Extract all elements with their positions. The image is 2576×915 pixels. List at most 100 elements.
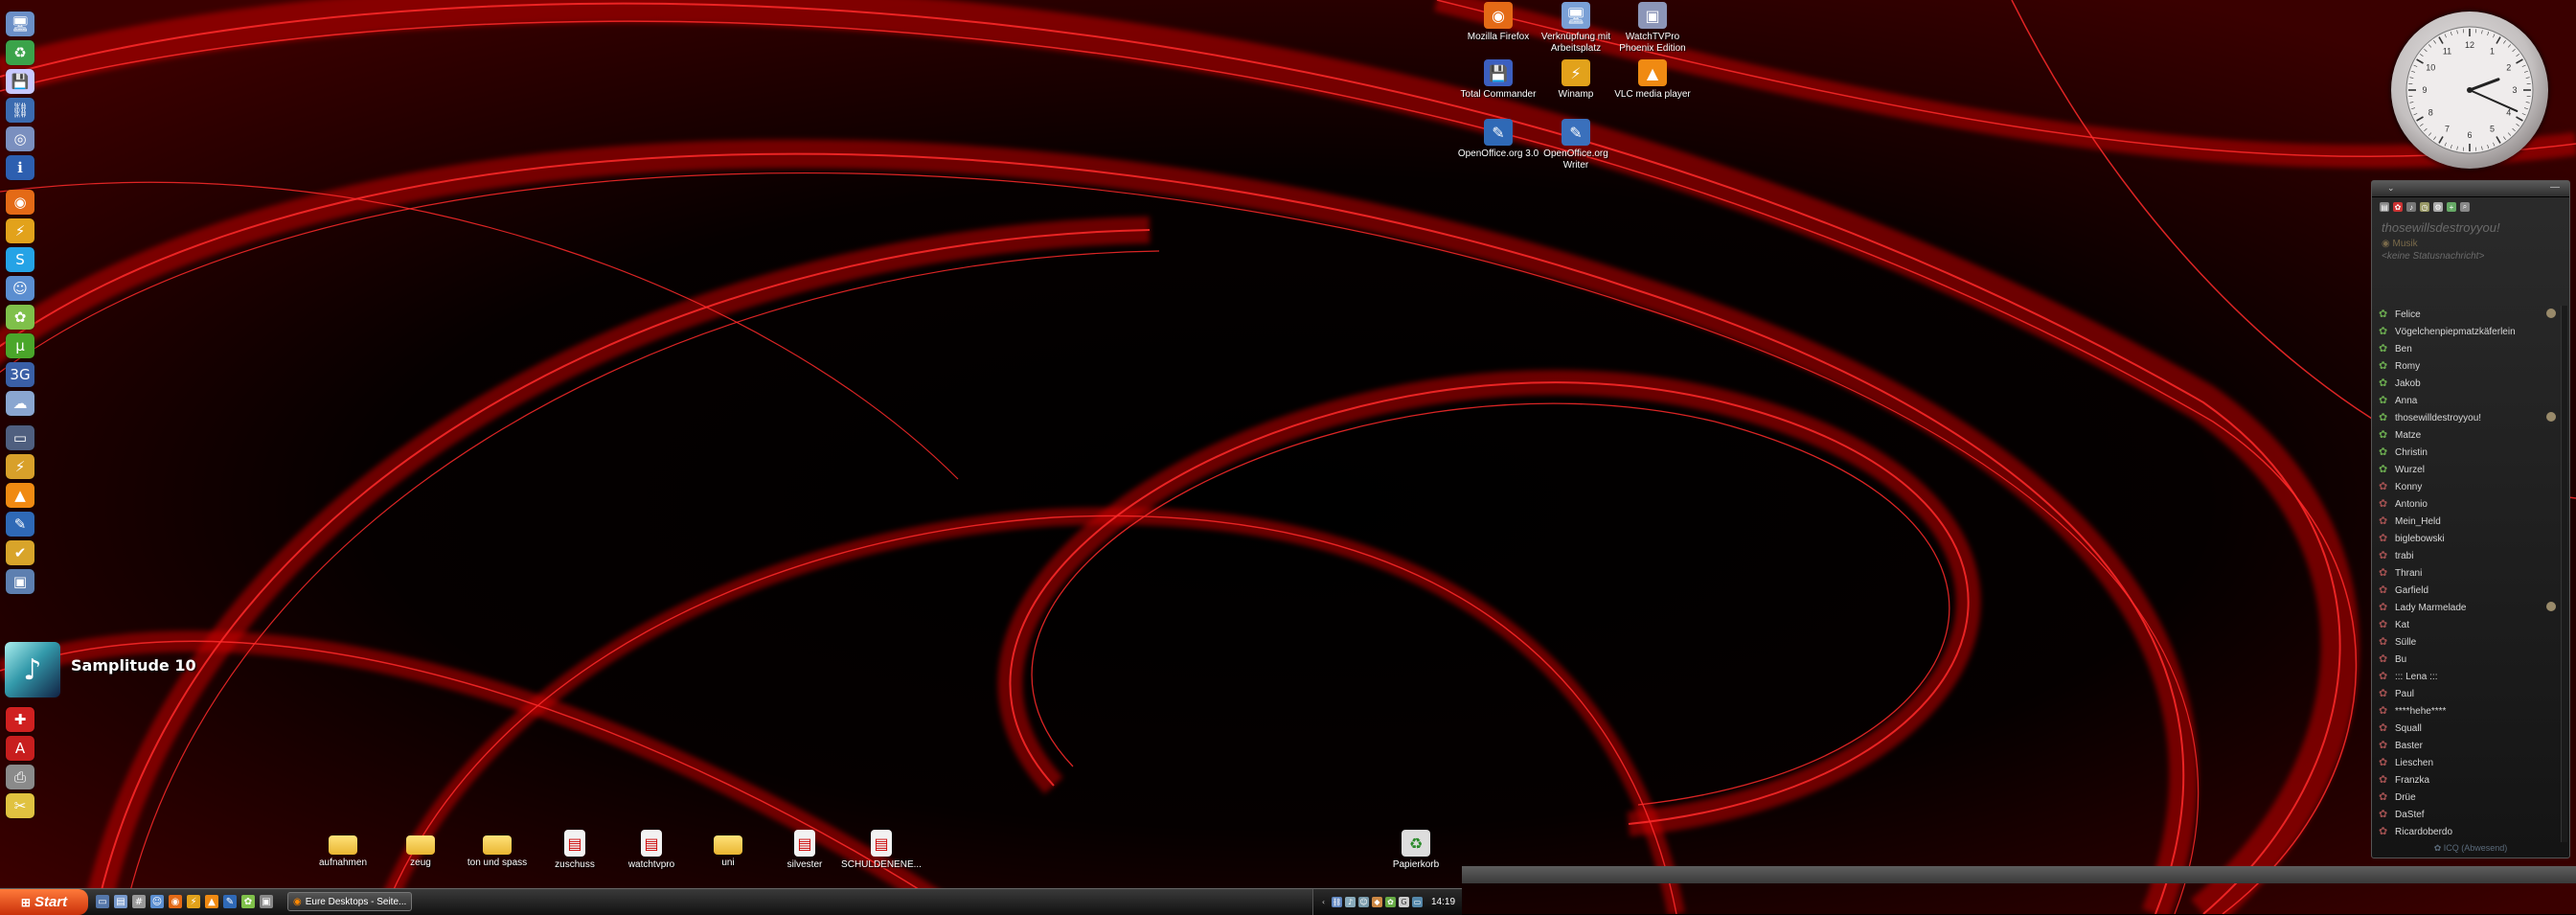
- icq-icon[interactable]: ✿: [1385, 897, 1396, 907]
- desktop-item[interactable]: ▤watchtvpro: [609, 830, 694, 871]
- contact-row[interactable]: ✿Matze: [2372, 426, 2560, 444]
- desktop-shortcut[interactable]: 💾Total Commander: [1456, 59, 1540, 101]
- computer-icon[interactable]: 🖥: [6, 11, 34, 36]
- acrobat-icon[interactable]: A: [6, 736, 34, 761]
- window-icon[interactable]: ▣: [6, 569, 34, 594]
- disk-icon[interactable]: 💾: [6, 69, 34, 94]
- explorer-icon[interactable]: ▤: [114, 895, 127, 908]
- contact-row[interactable]: ✿Garfield: [2372, 582, 2560, 599]
- contact-row[interactable]: ✿Jakob: [2372, 375, 2560, 392]
- contact-row[interactable]: ✿Christin: [2372, 444, 2560, 461]
- minimize-icon[interactable]: —: [2550, 182, 2560, 193]
- contact-row[interactable]: ✿biglebowski: [2372, 530, 2560, 547]
- desktop-shortcut[interactable]: ✎OpenOffice.org 3.0: [1456, 119, 1540, 160]
- desktop-shortcut[interactable]: 🖥Verknüpfung mit Arbeitsplatz: [1534, 2, 1618, 55]
- contact-row[interactable]: ✿trabi: [2372, 547, 2560, 564]
- checkmark-icon[interactable]: ✔: [6, 540, 34, 565]
- chevron-down-icon[interactable]: ⌄: [2387, 183, 2395, 194]
- 3g-icon[interactable]: 3G: [6, 362, 34, 387]
- winamp-icon[interactable]: ⚡: [6, 218, 34, 243]
- desktop-shortcut[interactable]: ⚡Winamp: [1534, 59, 1618, 101]
- messenger-titlebar[interactable]: ⌄ —: [2372, 181, 2569, 197]
- utorrent-icon[interactable]: µ: [6, 333, 34, 358]
- network-icon[interactable]: ⛓: [1332, 897, 1342, 907]
- vlc-icon[interactable]: ▲: [205, 895, 218, 908]
- my-nickname[interactable]: thosewillsdestroyyou!: [2382, 220, 2560, 235]
- contact-row[interactable]: ✿Thrani: [2372, 564, 2560, 582]
- contact-row[interactable]: ✿Romy: [2372, 357, 2560, 375]
- contact-row[interactable]: ✿Baster: [2372, 737, 2560, 754]
- contact-row[interactable]: ✿Wurzel: [2372, 461, 2560, 478]
- contact-row[interactable]: ✿****hehe****: [2372, 702, 2560, 720]
- chevron-left-icon[interactable]: ‹: [1318, 897, 1329, 907]
- desktop-item[interactable]: ▤zuschuss: [533, 830, 617, 871]
- tools-icon[interactable]: ✂: [6, 793, 34, 818]
- contact-row[interactable]: ✿DaStef: [2372, 806, 2560, 823]
- taskbar-item-firefox[interactable]: ◉ Eure Desktops - Seite...: [287, 892, 412, 911]
- contact-row[interactable]: ✿Bu: [2372, 651, 2560, 668]
- desktop-item[interactable]: ▤SCHULDENENE...: [839, 830, 923, 871]
- desktop-item[interactable]: ton und spass: [455, 830, 539, 869]
- icq-icon[interactable]: ✿: [241, 895, 255, 908]
- history-icon[interactable]: ◷: [2420, 202, 2429, 212]
- start-button[interactable]: ⊞ Start: [0, 889, 88, 915]
- desktop-item[interactable]: ▤silvester: [763, 830, 847, 871]
- globe-icon[interactable]: ◎: [6, 126, 34, 151]
- flower-icon[interactable]: ✿: [2393, 202, 2403, 212]
- volume-icon[interactable]: ♪: [1345, 897, 1356, 907]
- my-mood[interactable]: ◉ Musik: [2382, 239, 2560, 249]
- vlc-icon[interactable]: ▲: [6, 483, 34, 508]
- desktop-item[interactable]: uni: [686, 830, 770, 869]
- monitor-icon[interactable]: ▭: [1412, 897, 1423, 907]
- openoffice-icon[interactable]: ✎: [223, 895, 237, 908]
- icq-icon[interactable]: ✿: [6, 305, 34, 330]
- taskbar-clock[interactable]: 14:19: [1431, 897, 1455, 907]
- show-desktop-icon[interactable]: ▭: [96, 895, 109, 908]
- desktop-shortcut[interactable]: ◉Mozilla Firefox: [1456, 2, 1540, 43]
- contact-row[interactable]: ✿Vögelchenpiepmatzkäferlein: [2372, 323, 2560, 340]
- volume-icon[interactable]: ♪: [2406, 202, 2416, 212]
- contact-row[interactable]: ✿::: Lena :::: [2372, 668, 2560, 685]
- window-icon[interactable]: ▣: [260, 895, 273, 908]
- info-icon[interactable]: ℹ: [6, 155, 34, 180]
- messenger-icon[interactable]: ☺: [150, 895, 164, 908]
- my-status-message[interactable]: <keine Statusnachricht>: [2382, 251, 2560, 262]
- contact-row[interactable]: ✿Drüe: [2372, 789, 2560, 806]
- contact-row[interactable]: ✿thosewilldestroyyou!: [2372, 409, 2560, 426]
- contact-list-scrollbar[interactable]: [2561, 306, 2567, 842]
- firefox-icon[interactable]: ◉: [169, 895, 182, 908]
- contact-row[interactable]: ✿Kat: [2372, 616, 2560, 633]
- skype-icon[interactable]: S: [6, 247, 34, 272]
- contact-row[interactable]: ✿Mein_Held: [2372, 513, 2560, 530]
- contact-row[interactable]: ✿Konny: [2372, 478, 2560, 495]
- contact-row[interactable]: ✿Anna: [2372, 392, 2560, 409]
- desktop-item[interactable]: ♻Papierkorb: [1374, 830, 1458, 871]
- contact-row[interactable]: ✿Paul: [2372, 685, 2560, 702]
- settings-icon[interactable]: ⚙: [2433, 202, 2443, 212]
- contact-row[interactable]: ✿Franzka: [2372, 771, 2560, 789]
- protocol-status[interactable]: ✿ ICQ (Abwesend): [2372, 843, 2569, 854]
- contact-row[interactable]: ✿Sülle: [2372, 633, 2560, 651]
- recycle-icon[interactable]: ♻: [6, 40, 34, 65]
- desktop-shortcut[interactable]: ✎OpenOffice.org Writer: [1534, 119, 1618, 172]
- desktop-item[interactable]: aufnahmen: [301, 830, 385, 869]
- update-icon[interactable]: G: [1399, 897, 1409, 907]
- samplitude-icon[interactable]: ♪: [5, 642, 60, 698]
- contact-row[interactable]: ✿Squall: [2372, 720, 2560, 737]
- monitor-icon[interactable]: ▭: [6, 425, 34, 450]
- winamp-icon[interactable]: ⚡: [6, 454, 34, 479]
- desktop-shortcut[interactable]: ▲VLC media player: [1610, 59, 1695, 101]
- winamp-icon[interactable]: ⚡: [187, 895, 200, 908]
- firefox-icon[interactable]: ◉: [6, 190, 34, 215]
- cross-icon[interactable]: ✚: [6, 707, 34, 732]
- desktop-shortcut[interactable]: ▣WatchTVPro Phoenix Edition: [1610, 2, 1695, 55]
- contact-row[interactable]: ✿Lady Marmelade: [2372, 599, 2560, 616]
- network-icon[interactable]: ⛓: [6, 98, 34, 123]
- contact-row[interactable]: ✿Lieschen: [2372, 754, 2560, 771]
- shield-icon[interactable]: ◆: [1372, 897, 1382, 907]
- messenger-icon[interactable]: ☺: [6, 276, 34, 301]
- messenger-icon[interactable]: ☺: [1358, 897, 1369, 907]
- printer-icon[interactable]: ⎙: [6, 765, 34, 789]
- chat-icon[interactable]: ☁: [6, 391, 34, 416]
- openoffice-icon[interactable]: ✎: [6, 512, 34, 537]
